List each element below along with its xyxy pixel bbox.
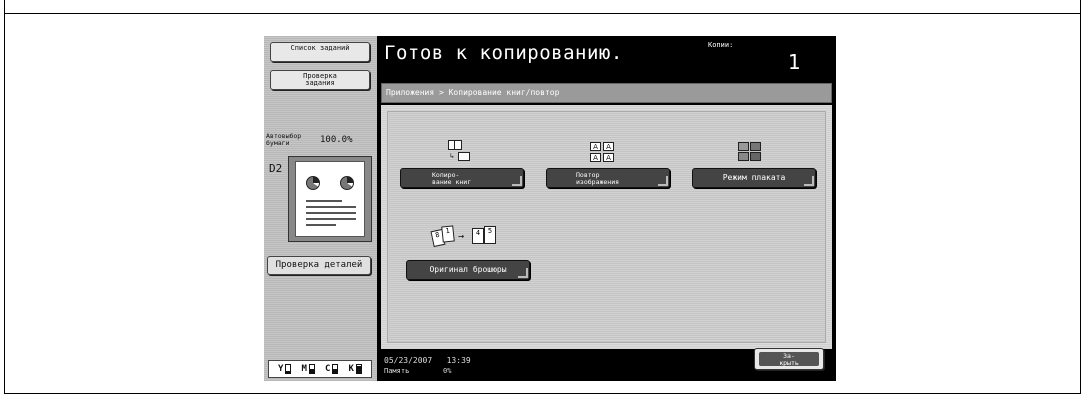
close-button-label: За- крыть bbox=[759, 352, 819, 366]
left-panel: Список заданий Проверка задания Автовыбо… bbox=[264, 36, 377, 381]
toner-levels: Y M C K bbox=[268, 360, 372, 378]
preview-text-line bbox=[306, 206, 356, 208]
function-panel: ↳ Копиро- вание книг A A A A Повтор изоб… bbox=[381, 105, 832, 349]
booklet-original-button[interactable]: Оригинал брошюры bbox=[406, 260, 530, 280]
control-panel-screen: Список заданий Проверка задания Автовыбо… bbox=[264, 36, 836, 381]
book-copy-label: Копиро- вание книг bbox=[432, 171, 472, 186]
preview-text-line bbox=[306, 212, 356, 214]
repeat-cell: A bbox=[603, 142, 614, 151]
footer-memory: Память 0% bbox=[384, 367, 452, 375]
preview-text-line bbox=[306, 200, 342, 202]
booklet-original-icon: 8 1 → 4 5 bbox=[428, 222, 500, 250]
breadcrumb: Приложения > Копирование книг/повтор bbox=[381, 83, 832, 103]
toner-k-label: K bbox=[348, 364, 354, 374]
zoom-ratio: 100.0% bbox=[320, 135, 353, 145]
toner-k-bar bbox=[355, 364, 362, 374]
repeat-cell: A bbox=[590, 142, 601, 151]
toner-c-label: C bbox=[325, 364, 331, 374]
job-list-button[interactable]: Список заданий bbox=[270, 42, 370, 62]
preview-text-line bbox=[306, 224, 336, 226]
book-copy-button[interactable]: Копиро- вание книг bbox=[400, 168, 524, 188]
preview-page bbox=[295, 161, 365, 237]
preview-pie-chart-icon bbox=[306, 176, 320, 190]
toner-m: M bbox=[302, 364, 315, 374]
toner-c: C bbox=[325, 364, 339, 374]
duplex-icon: D2 bbox=[269, 162, 283, 175]
check-job-button[interactable]: Проверка задания bbox=[270, 70, 370, 90]
toner-y-bar bbox=[285, 364, 292, 374]
toner-y: Y bbox=[278, 364, 292, 374]
copies-count: 1 bbox=[788, 50, 801, 74]
top-rule bbox=[4, 13, 1081, 14]
job-list-label: Список заданий bbox=[290, 44, 350, 52]
function-grid: ↳ Копиро- вание книг A A A A Повтор изоб… bbox=[387, 111, 826, 343]
repeat-cell: A bbox=[603, 153, 614, 162]
copies-label: Копии: bbox=[708, 41, 734, 49]
toner-k: K bbox=[349, 364, 362, 374]
preview-text-line bbox=[306, 218, 356, 220]
footer-datetime: 05/23/2007 13:39 bbox=[384, 356, 471, 365]
image-repeat-button[interactable]: Повтор изображения bbox=[546, 168, 670, 188]
toner-y-label: Y bbox=[278, 364, 284, 374]
image-repeat-label: Повтор изображения bbox=[576, 171, 620, 186]
check-job-label: Проверка задания bbox=[303, 72, 337, 87]
toner-m-label: M bbox=[301, 364, 307, 374]
toner-m-bar bbox=[308, 364, 315, 374]
repeat-cell: A bbox=[590, 153, 601, 162]
image-repeat-icon: A A A A bbox=[588, 142, 618, 164]
poster-mode-icon bbox=[736, 140, 764, 164]
book-copy-icon: ↳ bbox=[446, 140, 472, 162]
poster-mode-button[interactable]: Режим плаката bbox=[692, 168, 816, 188]
paper-select-label: Автовыбор бумаги bbox=[266, 132, 302, 147]
output-preview bbox=[288, 156, 372, 242]
toner-c-bar bbox=[332, 364, 339, 374]
status-title: Готов к копированию. bbox=[384, 42, 623, 64]
close-button[interactable]: За- крыть bbox=[754, 348, 824, 370]
preview-pie-chart-icon bbox=[340, 176, 354, 190]
check-details-button[interactable]: Проверка деталей bbox=[267, 256, 371, 275]
